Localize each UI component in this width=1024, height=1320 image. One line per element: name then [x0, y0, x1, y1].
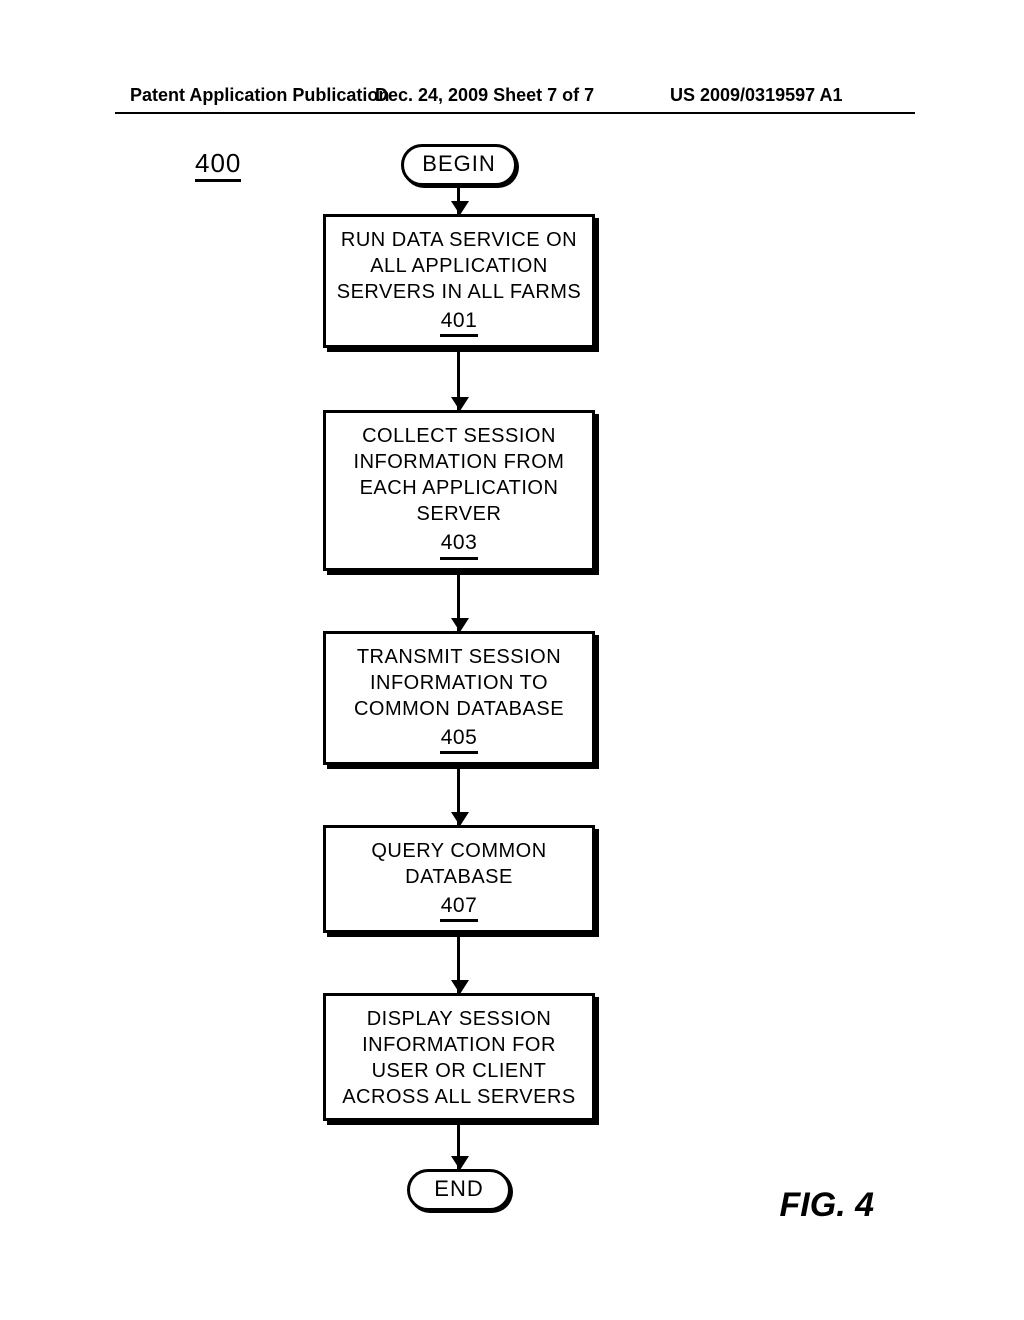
process-step-401: RUN DATA SERVICE ON ALL APPLICATION SERV…	[323, 214, 595, 348]
header-publication: Patent Application Publication	[130, 85, 389, 106]
header-rule	[115, 112, 915, 114]
process-step-407: QUERY COMMON DATABASE 407	[323, 825, 595, 933]
process-step-405: TRANSMIT SESSION INFORMATION TO COMMON D…	[323, 631, 595, 765]
figure-label: FIG. 4	[780, 1186, 874, 1225]
step-text: RUN DATA SERVICE ON ALL APPLICATION SERV…	[334, 227, 584, 305]
step-ref: 403	[440, 529, 479, 559]
arrow	[458, 933, 460, 993]
arrow	[458, 571, 460, 631]
step-ref: 401	[440, 307, 479, 337]
arrow	[458, 348, 460, 410]
process-step-403: COLLECT SESSION INFORMATION FROM EACH AP…	[323, 410, 595, 570]
arrow	[458, 765, 460, 825]
step-ref: 407	[440, 892, 479, 922]
end-terminator: END	[407, 1169, 510, 1211]
flowchart: BEGIN RUN DATA SERVICE ON ALL APPLICATIO…	[309, 144, 609, 1211]
header-pub-number: US 2009/0319597 A1	[670, 85, 842, 106]
begin-terminator: BEGIN	[401, 144, 516, 186]
header-date-sheet: Dec. 24, 2009 Sheet 7 of 7	[375, 85, 594, 106]
step-ref: 405	[440, 724, 479, 754]
process-step-display: DISPLAY SESSION INFORMATION FOR USER OR …	[323, 993, 595, 1121]
figure-reference-number: 400	[195, 148, 241, 179]
step-text: QUERY COMMON DATABASE	[334, 838, 584, 890]
step-text: TRANSMIT SESSION INFORMATION TO COMMON D…	[334, 644, 584, 722]
step-text: COLLECT SESSION INFORMATION FROM EACH AP…	[334, 423, 584, 527]
step-text: DISPLAY SESSION INFORMATION FOR USER OR …	[334, 1006, 584, 1110]
arrow	[458, 1121, 460, 1169]
arrow	[458, 186, 460, 214]
